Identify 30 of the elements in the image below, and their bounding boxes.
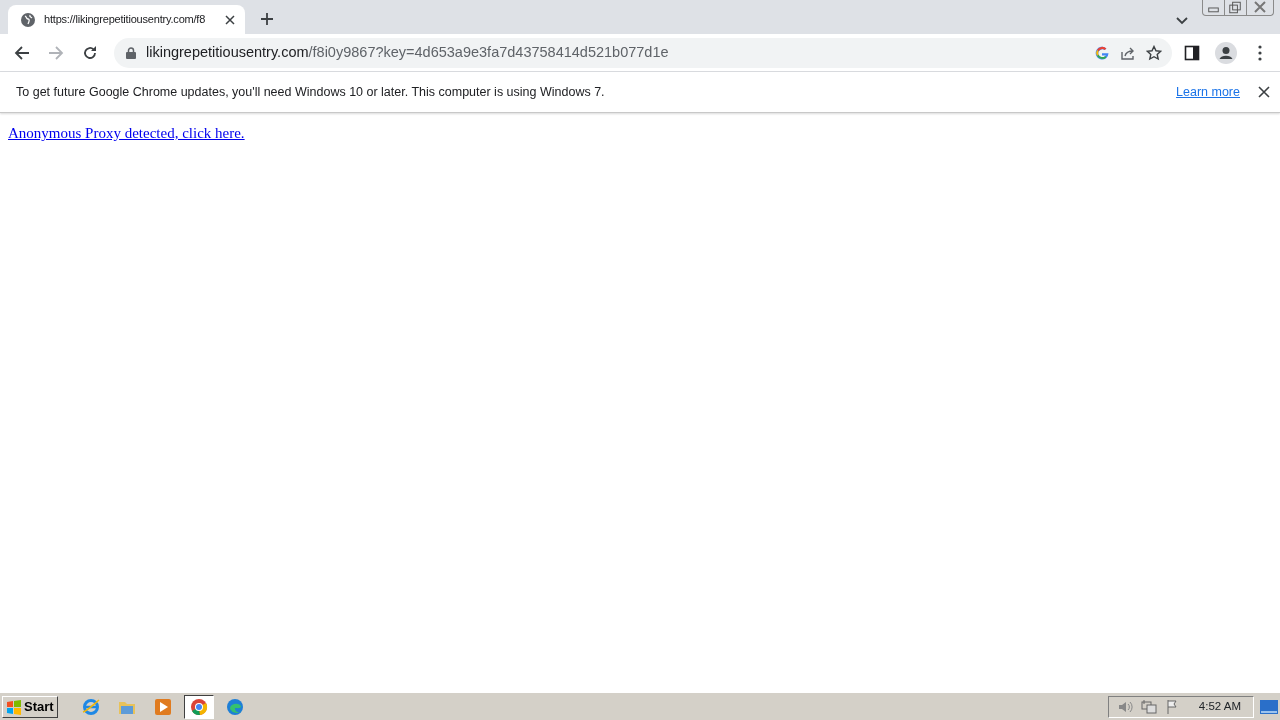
edge-icon: [225, 697, 244, 716]
show-desktop-icon[interactable]: [1260, 699, 1278, 714]
network-icon[interactable]: [1140, 698, 1157, 715]
browser-tab[interactable]: https://likingrepetitiousentry.com/f8: [8, 5, 245, 34]
clock-time: 4:52 AM: [1198, 698, 1241, 714]
close-icon[interactable]: [1258, 86, 1270, 98]
chevron-down-icon[interactable]: [1176, 17, 1188, 25]
windows-logo-icon: [6, 698, 22, 715]
tab-title: https://likingrepetitiousentry.com/f8: [44, 12, 207, 28]
google-icon[interactable]: [1094, 44, 1110, 61]
internet-explorer-icon: [81, 697, 100, 716]
taskbar-app-button[interactable]: [183, 694, 214, 719]
chrome-icon: [189, 697, 208, 716]
globe-icon: [20, 11, 36, 28]
close-icon[interactable]: [223, 12, 237, 27]
play-icon: [153, 697, 172, 716]
learn-more-link[interactable]: Learn more: [1176, 82, 1240, 102]
star-icon[interactable]: [1146, 44, 1162, 61]
infobar-message: To get future Google Chrome updates, you'll need Windows 10 or later. This computer is using Windows 7.: [16, 83, 606, 101]
menu-icon[interactable]: [1258, 44, 1262, 61]
lock-icon: [126, 46, 136, 59]
side-panel-icon[interactable]: [1184, 44, 1200, 61]
profile-icon[interactable]: [1215, 41, 1237, 64]
back-icon[interactable]: [14, 44, 30, 61]
start-button[interactable]: Start: [2, 695, 58, 718]
proxy-link[interactable]: Anonymous Proxy detected, click here.: [8, 125, 245, 141]
new-tab-icon[interactable]: [260, 12, 274, 26]
reload-icon[interactable]: [82, 44, 98, 61]
address-bar[interactable]: likingrepetitiousentry.com/f8i0y9867?key=4d653a9e3fa7d43758414d521b077d1e: [114, 37, 1172, 68]
url-text: likingrepetitiousentry.com/f8i0y9867?key=4d653a9e3fa7d43758414d521b077d1e: [146, 42, 670, 62]
